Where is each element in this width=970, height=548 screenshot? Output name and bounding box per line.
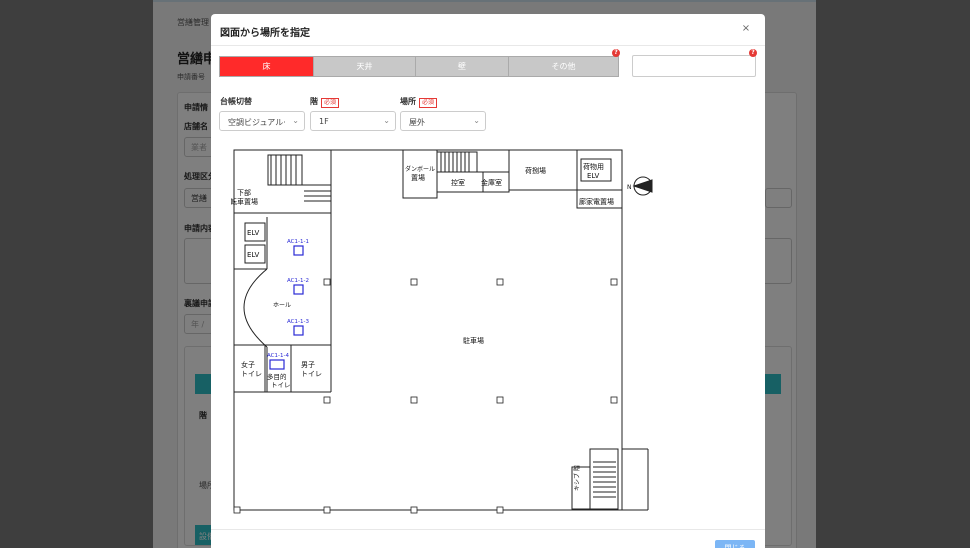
ac-label: AC1-1-2 [287,278,309,284]
loading-label: 荷捌場 [525,166,546,175]
location-input[interactable] [632,55,756,77]
chevron-down-icon: ⌄ [473,116,480,125]
bike-label-2: 自転車置場 [231,197,258,206]
location-modal: 図面から場所を指定 × 床 天井 壁 その他 ? ? 台帳切替 階必須 場所 必須… [211,14,765,548]
elv-label-2: ELV [247,251,260,259]
women-label-2: トイレ [241,370,262,378]
tab-wall[interactable]: 壁 [416,57,509,76]
cardboard-label-1: ダンボール [405,165,435,173]
floor-select[interactable]: 1F ⌄ [310,111,396,131]
ac-label: AC1-1-4 [267,353,289,359]
safe-room-label: 金庫室 [481,178,502,187]
elv-label-1: ELV [247,229,260,237]
close-icon[interactable]: × [739,22,753,36]
tab-floor[interactable]: 床 [220,57,314,76]
bike-label-1: 下部 [237,188,251,197]
chevron-down-icon: ⌄ [292,116,299,125]
required-badge: 必須 [419,98,438,108]
hall-label: ホール [273,302,291,309]
close-button[interactable]: 閉じる [715,540,755,548]
ledger-select[interactable]: 空調ビジュアル· ⌄ [219,111,305,131]
men-label-2: トイレ [301,370,322,378]
tab-ceiling[interactable]: 天井 [314,57,416,76]
break-room-label: 控室 [451,178,465,187]
north-label: N [627,184,632,191]
ac-unit[interactable] [293,284,304,295]
ledger-label: 台帳切替 [220,97,252,106]
chevron-down-icon: ⌄ [383,116,390,125]
modal-title: 図面から場所を指定 [220,28,310,39]
floor-label: 階必須 [310,96,340,108]
freight-label-1: 荷物用 [583,162,604,171]
floor-plan[interactable]: 下部 自転車置場 ELV ELV ホール 女子 トイレ 男子 トイレ 多目的 ト… [231,147,661,517]
ac-unit[interactable] [269,359,285,370]
men-label-1: 男子 [301,361,315,369]
stairs-label: キシブ 階 [573,465,581,491]
place-select[interactable]: 屋外 ⌄ [400,111,486,131]
surface-tabs: 床 天井 壁 その他 [219,56,619,77]
tab-help-badge[interactable]: ? [612,49,620,57]
women-label-1: 女子 [241,360,255,369]
cardboard-label-2: 置場 [411,173,425,182]
multi-label-2: トイレ [271,381,291,389]
parking-label: 駐車場 [463,336,484,345]
utility-label: 廊家電置場 [579,197,614,206]
modal-header: 図面から場所を指定 × [211,14,765,46]
ac-label: AC1-1-1 [287,239,309,245]
ac-label: AC1-1-3 [287,319,309,325]
freight-label-2: ELV [587,172,600,180]
place-label: 場所 必須 [400,96,438,108]
required-badge: 必須 [321,98,340,108]
multi-label-1: 多目的 [267,372,287,381]
ac-unit[interactable] [293,325,304,336]
location-help-badge[interactable]: ? [749,49,757,57]
ac-unit[interactable] [293,245,304,256]
tab-other[interactable]: その他 [509,57,618,76]
modal-footer: 閉じる [211,529,765,548]
